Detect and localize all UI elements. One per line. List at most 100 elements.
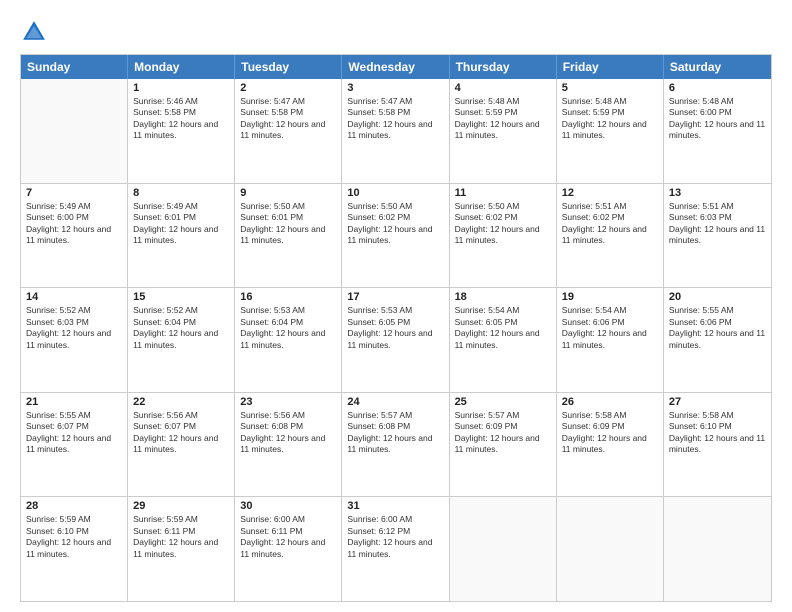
- day-cell-25: 25 Sunrise: 5:57 AMSunset: 6:09 PMDayligh…: [450, 393, 557, 497]
- header-day-thursday: Thursday: [450, 55, 557, 79]
- day-info: Sunrise: 5:55 AMSunset: 6:06 PMDaylight:…: [669, 305, 766, 351]
- day-info: Sunrise: 5:59 AMSunset: 6:10 PMDaylight:…: [26, 514, 122, 560]
- day-info: Sunrise: 5:49 AMSunset: 6:01 PMDaylight:…: [133, 201, 229, 247]
- day-cell-11: 11Sunrise: 5:50 AMSunset: 6:02 PMDayligh…: [450, 184, 557, 288]
- empty-cell: [450, 497, 557, 601]
- day-number: 10: [347, 187, 443, 199]
- empty-cell: [21, 79, 128, 183]
- day-number: 31: [347, 500, 443, 512]
- day-info: Sunrise: 5:59 AMSunset: 6:11 PMDaylight:…: [133, 514, 229, 560]
- day-info: Sunrise: 5:51 AMSunset: 6:02 PMDaylight:…: [562, 201, 658, 247]
- header-day-sunday: Sunday: [21, 55, 128, 79]
- day-cell-9: 9Sunrise: 5:50 AMSunset: 6:01 PMDaylight…: [235, 184, 342, 288]
- day-info: Sunrise: 6:00 AMSunset: 6:11 PMDaylight:…: [240, 514, 336, 560]
- day-cell-22: 22 Sunrise: 5:56 AMSunset: 6:07 PMDayligh…: [128, 393, 235, 497]
- header: [20, 18, 772, 46]
- day-number: 18: [455, 291, 551, 303]
- day-cell-13: 13 Sunrise: 5:51 AMSunset: 6:03 PMDayligh…: [664, 184, 771, 288]
- day-info: Sunrise: 5:53 AMSunset: 6:04 PMDaylight:…: [240, 305, 336, 351]
- day-cell-16: 16Sunrise: 5:53 AMSunset: 6:04 PMDayligh…: [235, 288, 342, 392]
- page: SundayMondayTuesdayWednesdayThursdayFrid…: [0, 0, 792, 612]
- day-number: 25: [455, 396, 551, 408]
- day-cell-18: 18Sunrise: 5:54 AMSunset: 6:05 PMDayligh…: [450, 288, 557, 392]
- empty-cell: [664, 497, 771, 601]
- day-number: 29: [133, 500, 229, 512]
- day-cell-26: 26 Sunrise: 5:58 AMSunset: 6:09 PMDayligh…: [557, 393, 664, 497]
- day-info: Sunrise: 5:56 AMSunset: 6:07 PMDaylight:…: [133, 410, 229, 456]
- day-cell-15: 15 Sunrise: 5:52 AMSunset: 6:04 PMDayligh…: [128, 288, 235, 392]
- day-cell-30: 30 Sunrise: 6:00 AMSunset: 6:11 PMDayligh…: [235, 497, 342, 601]
- logo-icon: [20, 18, 48, 46]
- day-number: 7: [26, 187, 122, 199]
- day-cell-24: 24 Sunrise: 5:57 AMSunset: 6:08 PMDayligh…: [342, 393, 449, 497]
- day-number: 24: [347, 396, 443, 408]
- day-info: Sunrise: 5:49 AMSunset: 6:00 PMDaylight:…: [26, 201, 122, 247]
- day-info: Sunrise: 5:54 AMSunset: 6:06 PMDaylight:…: [562, 305, 658, 351]
- day-number: 23: [240, 396, 336, 408]
- header-day-tuesday: Tuesday: [235, 55, 342, 79]
- day-cell-3: 3 Sunrise: 5:47 AMSunset: 5:58 PMDaylight…: [342, 79, 449, 183]
- day-info: Sunrise: 5:52 AMSunset: 6:03 PMDaylight:…: [26, 305, 122, 351]
- day-number: 26: [562, 396, 658, 408]
- day-number: 15: [133, 291, 229, 303]
- day-number: 27: [669, 396, 766, 408]
- day-info: Sunrise: 5:53 AMSunset: 6:05 PMDaylight:…: [347, 305, 443, 351]
- day-number: 6: [669, 82, 766, 94]
- day-cell-20: 20Sunrise: 5:55 AMSunset: 6:06 PMDayligh…: [664, 288, 771, 392]
- calendar-header: SundayMondayTuesdayWednesdayThursdayFrid…: [21, 55, 771, 79]
- header-day-wednesday: Wednesday: [342, 55, 449, 79]
- day-number: 28: [26, 500, 122, 512]
- day-cell-19: 19 Sunrise: 5:54 AMSunset: 6:06 PMDayligh…: [557, 288, 664, 392]
- day-number: 1: [133, 82, 229, 94]
- day-cell-5: 5Sunrise: 5:48 AMSunset: 5:59 PMDaylight…: [557, 79, 664, 183]
- week-row-4: 28 Sunrise: 5:59 AMSunset: 6:10 PMDayligh…: [21, 496, 771, 601]
- header-day-monday: Monday: [128, 55, 235, 79]
- day-number: 17: [347, 291, 443, 303]
- day-cell-27: 27 Sunrise: 5:58 AMSunset: 6:10 PMDayligh…: [664, 393, 771, 497]
- day-info: Sunrise: 5:55 AMSunset: 6:07 PMDaylight:…: [26, 410, 122, 456]
- day-cell-1: 1Sunrise: 5:46 AMSunset: 5:58 PMDaylight…: [128, 79, 235, 183]
- day-cell-23: 23 Sunrise: 5:56 AMSunset: 6:08 PMDayligh…: [235, 393, 342, 497]
- day-cell-14: 14Sunrise: 5:52 AMSunset: 6:03 PMDayligh…: [21, 288, 128, 392]
- week-row-1: 7 Sunrise: 5:49 AMSunset: 6:00 PMDaylight…: [21, 183, 771, 288]
- day-number: 13: [669, 187, 766, 199]
- calendar-body: 1Sunrise: 5:46 AMSunset: 5:58 PMDaylight…: [21, 79, 771, 601]
- day-info: Sunrise: 5:51 AMSunset: 6:03 PMDaylight:…: [669, 201, 766, 247]
- day-cell-21: 21 Sunrise: 5:55 AMSunset: 6:07 PMDayligh…: [21, 393, 128, 497]
- day-info: Sunrise: 5:47 AMSunset: 5:58 PMDaylight:…: [240, 96, 336, 142]
- day-info: Sunrise: 5:58 AMSunset: 6:10 PMDaylight:…: [669, 410, 766, 456]
- day-cell-8: 8Sunrise: 5:49 AMSunset: 6:01 PMDaylight…: [128, 184, 235, 288]
- day-info: Sunrise: 5:48 AMSunset: 5:59 PMDaylight:…: [455, 96, 551, 142]
- day-number: 2: [240, 82, 336, 94]
- day-number: 30: [240, 500, 336, 512]
- day-info: Sunrise: 5:57 AMSunset: 6:09 PMDaylight:…: [455, 410, 551, 456]
- day-info: Sunrise: 5:50 AMSunset: 6:01 PMDaylight:…: [240, 201, 336, 247]
- week-row-3: 21 Sunrise: 5:55 AMSunset: 6:07 PMDayligh…: [21, 392, 771, 497]
- day-info: Sunrise: 5:52 AMSunset: 6:04 PMDaylight:…: [133, 305, 229, 351]
- day-info: Sunrise: 5:56 AMSunset: 6:08 PMDaylight:…: [240, 410, 336, 456]
- day-cell-6: 6 Sunrise: 5:48 AMSunset: 6:00 PMDaylight…: [664, 79, 771, 183]
- day-cell-7: 7 Sunrise: 5:49 AMSunset: 6:00 PMDaylight…: [21, 184, 128, 288]
- day-number: 11: [455, 187, 551, 199]
- day-number: 12: [562, 187, 658, 199]
- week-row-2: 14Sunrise: 5:52 AMSunset: 6:03 PMDayligh…: [21, 287, 771, 392]
- day-info: Sunrise: 5:48 AMSunset: 5:59 PMDaylight:…: [562, 96, 658, 142]
- day-info: Sunrise: 5:58 AMSunset: 6:09 PMDaylight:…: [562, 410, 658, 456]
- day-info: Sunrise: 5:57 AMSunset: 6:08 PMDaylight:…: [347, 410, 443, 456]
- day-info: Sunrise: 5:47 AMSunset: 5:58 PMDaylight:…: [347, 96, 443, 142]
- day-cell-2: 2 Sunrise: 5:47 AMSunset: 5:58 PMDaylight…: [235, 79, 342, 183]
- day-number: 21: [26, 396, 122, 408]
- day-number: 22: [133, 396, 229, 408]
- day-info: Sunrise: 5:50 AMSunset: 6:02 PMDaylight:…: [347, 201, 443, 247]
- day-info: Sunrise: 5:48 AMSunset: 6:00 PMDaylight:…: [669, 96, 766, 142]
- header-day-friday: Friday: [557, 55, 664, 79]
- day-info: Sunrise: 6:00 AMSunset: 6:12 PMDaylight:…: [347, 514, 443, 560]
- header-day-saturday: Saturday: [664, 55, 771, 79]
- day-cell-12: 12 Sunrise: 5:51 AMSunset: 6:02 PMDayligh…: [557, 184, 664, 288]
- day-number: 19: [562, 291, 658, 303]
- day-number: 4: [455, 82, 551, 94]
- calendar: SundayMondayTuesdayWednesdayThursdayFrid…: [20, 54, 772, 602]
- day-number: 3: [347, 82, 443, 94]
- day-cell-28: 28 Sunrise: 5:59 AMSunset: 6:10 PMDayligh…: [21, 497, 128, 601]
- day-cell-10: 10 Sunrise: 5:50 AMSunset: 6:02 PMDayligh…: [342, 184, 449, 288]
